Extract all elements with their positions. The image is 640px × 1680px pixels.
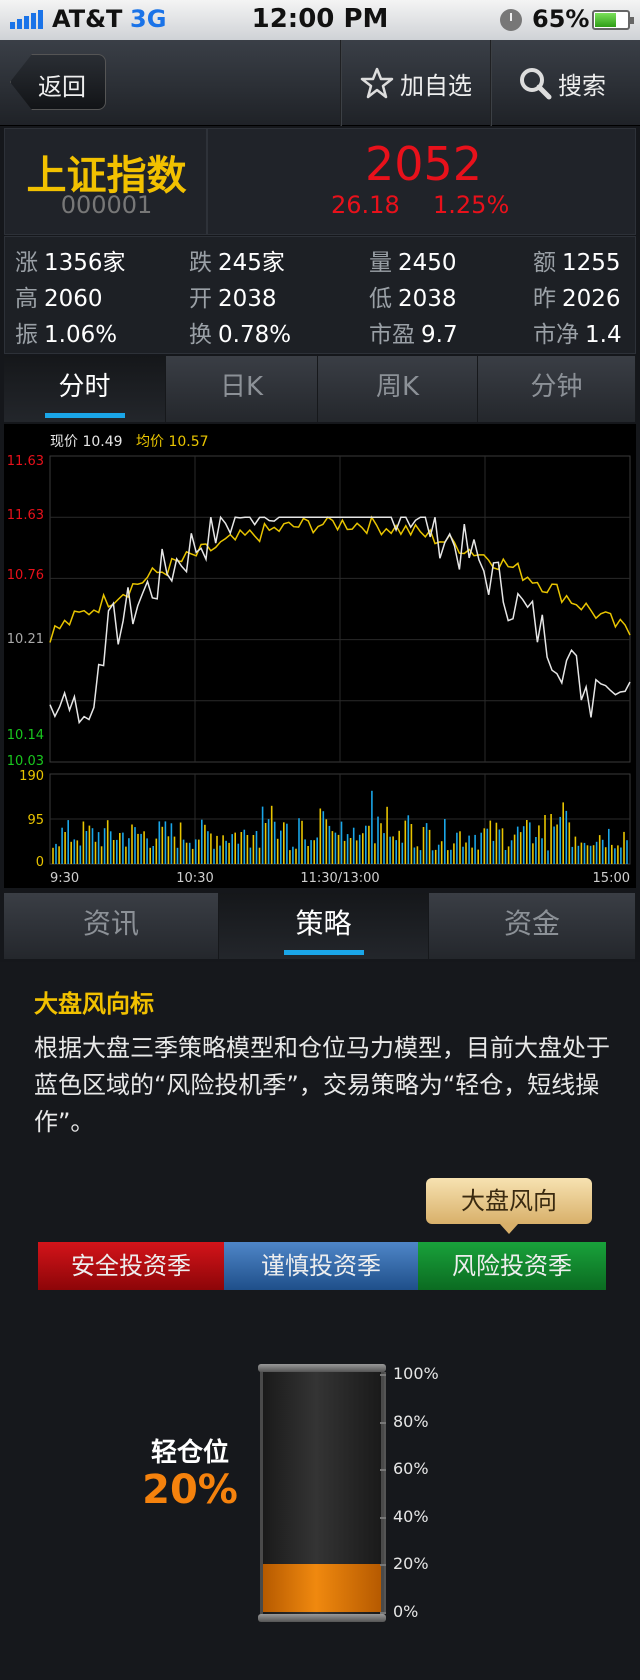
stat-high: 高 2060 [15, 286, 103, 312]
legend-avg-price: 均价 10.57 [136, 434, 209, 450]
legend-current-price: 现价 10.49 [50, 434, 123, 450]
volume-tick-label: 190 [19, 769, 44, 784]
gauge-tick-label: 20% [393, 1554, 429, 1574]
position-gauge-fill [263, 1564, 381, 1612]
section-title: 大盘风向标 [34, 990, 154, 1018]
gauge-tick-label: 60% [393, 1459, 429, 1479]
gauge-tick [380, 1469, 386, 1472]
tab-daily-k[interactable]: 日K [166, 356, 318, 422]
market-wind-badge: 大盘风向 [426, 1178, 592, 1234]
active-tab-indicator [44, 413, 125, 418]
gauge-tick-label: 0% [393, 1602, 419, 1621]
y-tick-label: 11.63 [7, 508, 44, 523]
stat-up-count: 涨 1356家 [15, 250, 126, 276]
volume-tick-label: 95 [27, 813, 44, 828]
position-value: 20% [142, 1467, 238, 1513]
clock-icon [500, 9, 522, 31]
gauge-scale-line [384, 1372, 386, 1614]
y-tick-label: 11.63 [7, 454, 44, 469]
add-watchlist-button[interactable]: 加自选 [360, 40, 472, 126]
stat-pb: 市净 1.4 [533, 322, 622, 348]
active-tab-indicator [283, 950, 364, 955]
position-gauge [260, 1368, 384, 1618]
battery-percent: 65% [532, 5, 590, 33]
volume-tick-label: 0 [36, 855, 44, 870]
nav-divider [490, 40, 492, 126]
price-change-percent: 1.25% [433, 191, 510, 219]
stat-volume: 量 2450 [369, 250, 457, 276]
x-tick-label: 11:30/13:00 [300, 871, 379, 886]
gauge-tick [380, 1374, 386, 1376]
stats-grid: 涨 1356家 跌 245家 量 2450 额 1255 高 2060 开 2038 低 20… [4, 236, 636, 354]
x-tick-label: 9:30 [50, 871, 79, 886]
stock-code: 000001 [60, 191, 153, 219]
current-price: 2052 [364, 137, 483, 191]
gauge-cap-bottom [258, 1614, 386, 1622]
y-tick-label: 10.76 [7, 568, 44, 583]
season-risk: 风险投资季 [418, 1242, 606, 1290]
gauge-tick [380, 1516, 386, 1519]
gauge-tick [380, 1421, 386, 1424]
gauge-tick-label: 80% [393, 1411, 429, 1431]
intraday-chart[interactable]: 现价 10.49 均价 10.57 11.63 11.63 10.76 10.21 10… [4, 424, 636, 888]
star-icon [360, 67, 394, 99]
stat-prev-close: 昨 2026 [533, 286, 621, 312]
status-bar: AT&T 3G 12:00 PM 65% [0, 0, 640, 40]
chart-tabs: 分时 日K 周K 分钟 [4, 356, 636, 422]
tab-funds[interactable]: 资金 [429, 893, 636, 959]
tab-minute[interactable]: 分钟 [478, 356, 636, 422]
stat-low: 低 2038 [369, 286, 457, 312]
battery-fill [595, 13, 616, 27]
x-tick-label: 15:00 [593, 871, 630, 886]
stock-identity: 上证指数 000001 [5, 129, 208, 234]
tab-strategy[interactable]: 策略 [219, 893, 429, 959]
tab-weekly-k[interactable]: 周K [318, 356, 478, 422]
y-tick-label: 10.14 [7, 728, 44, 743]
chart-svg: 现价 10.49 均价 10.57 11.63 11.63 10.76 10.21 10… [7, 434, 631, 886]
strategy-panel: 大盘风向标 根据大盘三季策略模型和仓位马力模型，目前大盘处于蓝色区域的“风险投机… [0, 962, 640, 1680]
gauge-tick-label: 40% [393, 1506, 429, 1526]
tab-news[interactable]: 资讯 [4, 893, 219, 959]
position-label: 轻仓位 [150, 1438, 229, 1468]
add-watchlist-label: 加自选 [400, 71, 472, 100]
search-icon [520, 68, 552, 100]
gauge-tick [380, 1564, 386, 1567]
y-tick-label: 10.03 [7, 754, 44, 769]
stat-open: 开 2038 [189, 286, 277, 312]
stat-pe: 市盈 9.7 [369, 322, 458, 348]
battery-icon [592, 10, 634, 30]
back-button[interactable]: 返回 [10, 54, 106, 110]
stat-amplitude: 振 1.06% [15, 322, 118, 348]
nav-divider [340, 40, 342, 126]
season-bar: 安全投资季 谨慎投资季 风险投资季 [38, 1242, 606, 1290]
x-tick-label: 10:30 [176, 871, 213, 886]
stat-turnover-rate: 换 0.78% [189, 322, 292, 348]
back-label: 返回 [38, 73, 86, 101]
stat-down-count: 跌 245家 [189, 250, 285, 276]
gauge-cap-top [258, 1364, 386, 1372]
section-tabs: 资讯 策略 资金 [4, 893, 636, 959]
quote-header: 上证指数 000001 2052 26.18 1.25% [4, 128, 636, 235]
tab-intraday[interactable]: 分时 [4, 356, 166, 422]
search-label: 搜索 [558, 71, 606, 100]
strategy-description: 根据大盘三季策略模型和仓位马力模型，目前大盘处于蓝色区域的“风险投机季”，交易策… [34, 1034, 610, 1136]
season-cautious: 谨慎投资季 [224, 1242, 418, 1290]
stat-turnover: 额 1255 [533, 250, 621, 276]
gauge-tick-label: 100% [393, 1364, 439, 1383]
gauge-tick [380, 1612, 386, 1614]
season-safe: 安全投资季 [38, 1242, 224, 1290]
search-button[interactable]: 搜索 [518, 40, 606, 126]
nav-bar: 返回 加自选 搜索 [0, 40, 640, 126]
price-change: 26.18 [331, 191, 400, 219]
y-tick-label: 10.21 [7, 632, 44, 647]
